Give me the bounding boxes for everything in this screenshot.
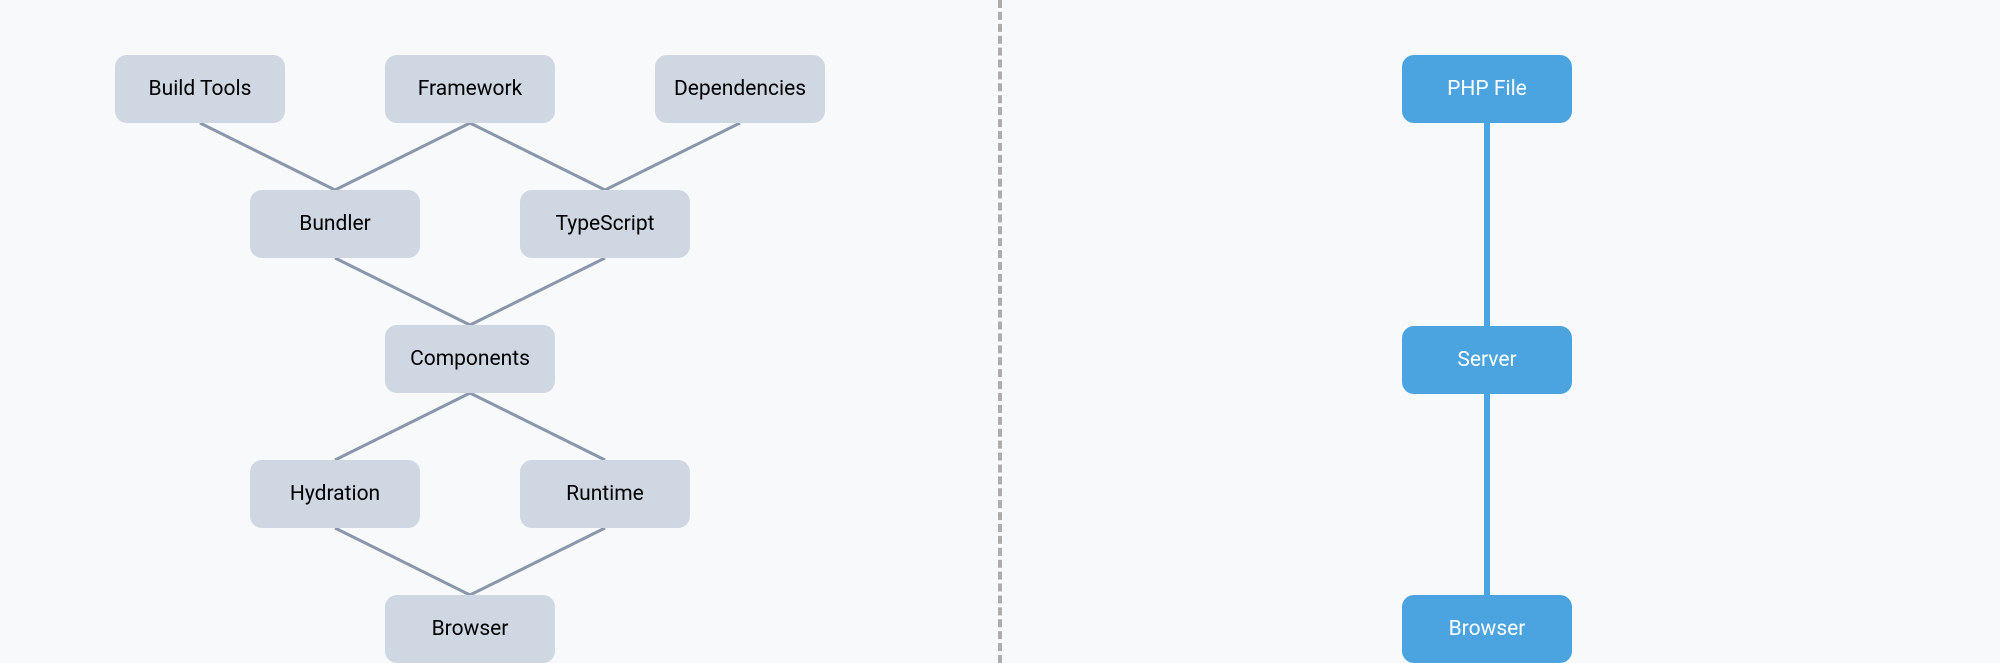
diagram-container: Build Tools Framework Dependencies Bundl… <box>0 0 2000 663</box>
node-components: Components <box>385 325 555 393</box>
node-framework: Framework <box>385 55 555 123</box>
node-browser-right: Browser <box>1402 595 1572 663</box>
left-diagram: Build Tools Framework Dependencies Bundl… <box>0 0 998 663</box>
node-typescript: TypeScript <box>520 190 690 258</box>
node-runtime: Runtime <box>520 460 690 528</box>
node-server: Server <box>1402 326 1572 394</box>
node-build-tools: Build Tools <box>115 55 285 123</box>
node-browser-left: Browser <box>385 595 555 663</box>
right-diagram: PHP File Server Browser <box>1002 0 2000 663</box>
node-bundler: Bundler <box>250 190 420 258</box>
node-php-file: PHP File <box>1402 55 1572 123</box>
node-hydration: Hydration <box>250 460 420 528</box>
node-dependencies: Dependencies <box>655 55 825 123</box>
